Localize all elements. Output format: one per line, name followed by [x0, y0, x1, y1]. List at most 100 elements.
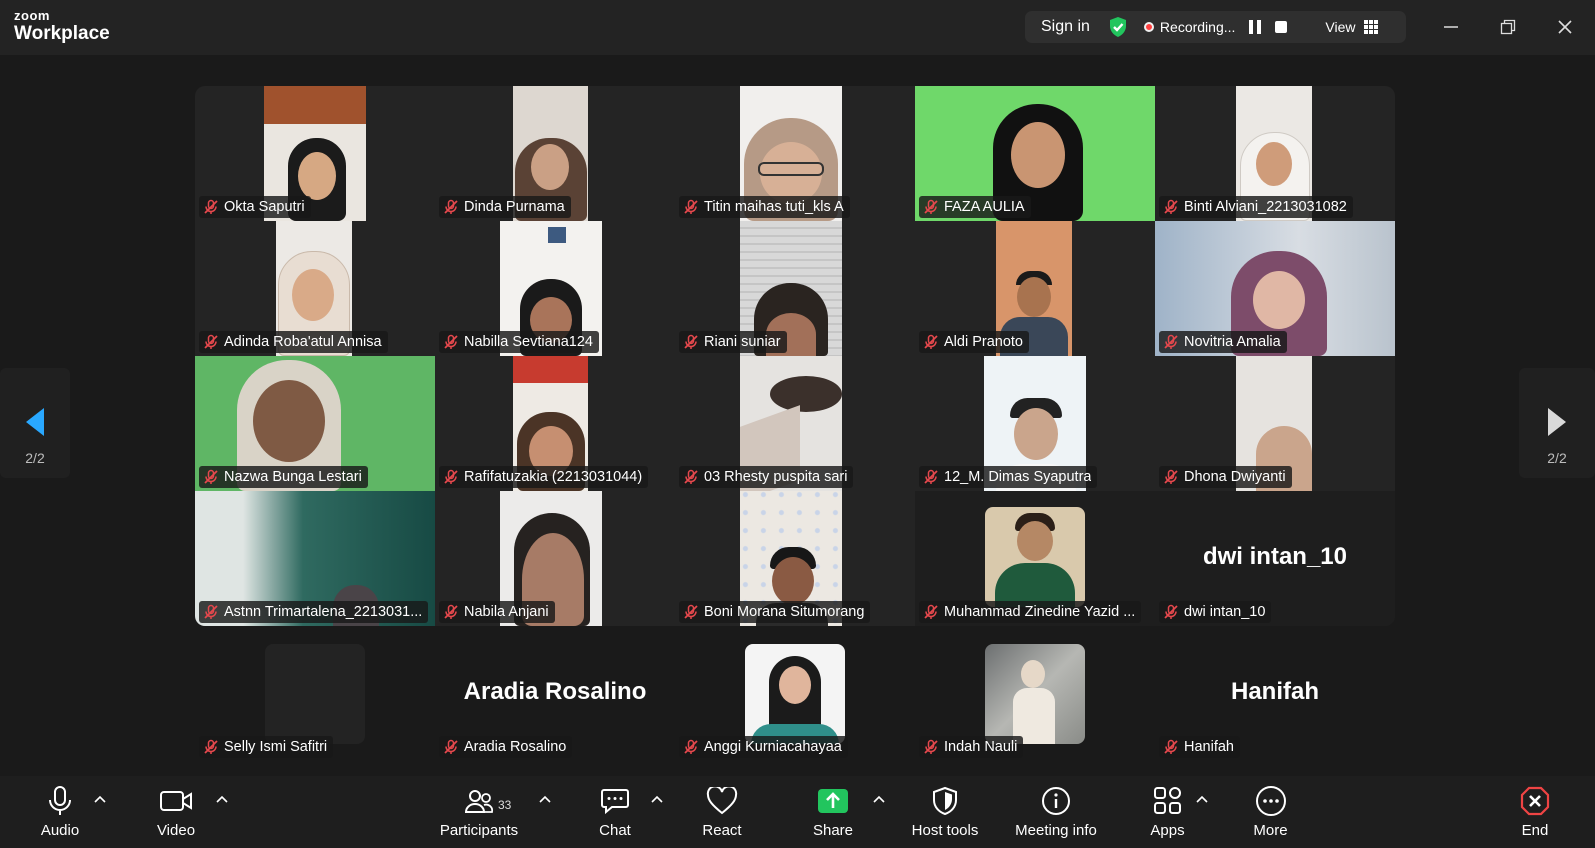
previous-page-button[interactable]: 2/2 — [0, 368, 70, 478]
host-tools-button[interactable]: Host tools — [905, 784, 985, 839]
participant-tile[interactable]: Astnn Trimartalena_2213031... — [195, 491, 435, 626]
chat-button[interactable]: Chat — [590, 784, 640, 839]
share-options-chevron-up-icon[interactable] — [872, 794, 886, 804]
participant-name: Nabila Anjani — [464, 604, 549, 620]
participant-tile[interactable]: Nabila Anjani — [435, 491, 675, 626]
profile-picture — [985, 644, 1085, 744]
name-label: Muhammad Zinedine Yazid ... — [919, 601, 1142, 623]
sign-in-button[interactable]: Sign in — [1041, 18, 1090, 36]
participant-tile[interactable]: Aradia Rosalino Aradia Rosalino — [435, 626, 675, 761]
muted-mic-icon — [684, 469, 698, 484]
participant-tile[interactable]: Okta Saputri — [195, 86, 435, 221]
participant-tile[interactable]: Anggi Kurniacahayaa — [675, 626, 915, 761]
participant-tile[interactable]: Aldi Pranoto — [915, 221, 1155, 356]
name-label: Rafifatuzakia (2213031044) — [439, 466, 649, 488]
name-label: dwi intan_10 — [1159, 601, 1272, 623]
close-button[interactable] — [1552, 14, 1578, 40]
more-button[interactable]: More — [1248, 784, 1293, 839]
muted-mic-icon — [1164, 739, 1178, 754]
name-label: Nazwa Bunga Lestari — [199, 466, 368, 488]
video-options-chevron-up-icon[interactable] — [215, 794, 229, 804]
apps-options-chevron-up-icon[interactable] — [1195, 794, 1209, 804]
participant-name: Hanifah — [1184, 739, 1234, 755]
muted-mic-icon — [684, 199, 698, 214]
muted-mic-icon — [204, 739, 218, 754]
recording-label: Recording... — [1159, 19, 1236, 35]
page-indicator-right: 2/2 — [1547, 450, 1567, 466]
name-label: Riani suniar — [679, 331, 787, 353]
participant-tile[interactable]: Muhammad Zinedine Yazid ... — [915, 491, 1155, 626]
apps-button[interactable]: Apps — [1145, 784, 1190, 839]
muted-mic-icon — [924, 739, 938, 754]
participant-name: Aradia Rosalino — [464, 739, 567, 755]
participant-tile[interactable]: Nazwa Bunga Lestari — [195, 356, 435, 491]
pause-recording-icon[interactable] — [1249, 20, 1262, 34]
participant-name: Dinda Purnama — [464, 199, 565, 215]
participant-tile[interactable]: Nabilla Sevtiana124 — [435, 221, 675, 356]
name-label: Nabila Anjani — [439, 601, 555, 623]
meeting-info-button[interactable]: Meeting info — [1008, 784, 1104, 839]
participants-count: 33 — [498, 798, 512, 812]
apps-icon — [1145, 784, 1190, 818]
participant-tile[interactable]: Titin maihas tuti_kls A — [675, 86, 915, 221]
restore-button[interactable] — [1495, 14, 1521, 40]
stop-recording-icon[interactable] — [1275, 21, 1288, 33]
participant-tile[interactable]: 03 Rhesty puspita sari — [675, 356, 915, 491]
participant-tile[interactable]: Dinda Purnama — [435, 86, 675, 221]
participant-display-name: dwi intan_10 — [1202, 543, 1348, 570]
share-button[interactable]: Share — [807, 784, 859, 839]
participant-tile[interactable]: Novitria Amalia — [1155, 221, 1395, 356]
grid-view-icon[interactable] — [1363, 20, 1378, 34]
zoom-workplace-logo: zoom Workplace — [14, 9, 110, 43]
profile-picture — [745, 644, 845, 744]
video-camera-icon — [146, 784, 206, 818]
audio-button[interactable]: Audio — [30, 784, 90, 839]
audio-options-chevron-up-icon[interactable] — [93, 794, 107, 804]
participant-tile[interactable]: Indah Nauli — [915, 626, 1155, 761]
video-button[interactable]: Video — [146, 784, 206, 839]
view-button[interactable]: View — [1325, 19, 1355, 35]
participant-tile[interactable]: Rafifatuzakia (2213031044) — [435, 356, 675, 491]
profile-picture — [265, 644, 365, 744]
participant-tile[interactable]: Selly Ismi Safitri — [195, 626, 435, 761]
name-label: Aradia Rosalino — [439, 736, 573, 758]
participant-tile[interactable]: Riani suniar — [675, 221, 915, 356]
participant-tile[interactable]: dwi intan_10 dwi intan_10 — [1155, 491, 1395, 626]
muted-mic-icon — [1164, 604, 1178, 619]
muted-mic-icon — [924, 469, 938, 484]
muted-mic-icon — [684, 604, 698, 619]
audio-label: Audio — [40, 822, 80, 839]
participant-tile[interactable]: Hanifah Hanifah — [1155, 626, 1395, 761]
name-label: 03 Rhesty puspita sari — [679, 466, 854, 488]
name-label: Dhona Dwiyanti — [1159, 466, 1292, 488]
logo-line2: Workplace — [14, 23, 110, 44]
name-label: Anggi Kurniacahayaa — [679, 736, 848, 758]
participant-name: Selly Ismi Safitri — [224, 739, 328, 755]
react-button[interactable]: React — [697, 784, 747, 839]
chat-label: Chat — [599, 822, 631, 839]
participant-name: 03 Rhesty puspita sari — [704, 469, 848, 485]
minimize-button[interactable] — [1438, 14, 1464, 40]
name-label: Indah Nauli — [919, 736, 1024, 758]
shield-check-icon[interactable] — [1108, 16, 1128, 38]
participant-name: Riani suniar — [704, 334, 781, 350]
participant-tile[interactable]: Binti Alviani_2213031082 — [1155, 86, 1395, 221]
left-arrow-icon — [0, 406, 70, 436]
profile-picture — [985, 507, 1085, 607]
participant-tile[interactable]: Adinda Roba'atul Annisa — [195, 221, 435, 356]
participant-name: Boni Morana Situmorang — [704, 604, 865, 620]
name-label: Hanifah — [1159, 736, 1240, 758]
participants-options-chevron-up-icon[interactable] — [538, 794, 552, 804]
end-meeting-button[interactable]: End — [1517, 784, 1553, 839]
participant-tile[interactable]: Boni Morana Situmorang — [675, 491, 915, 626]
next-page-button[interactable]: 2/2 — [1519, 368, 1595, 478]
muted-mic-icon — [924, 604, 938, 619]
participant-tile[interactable]: Dhona Dwiyanti — [1155, 356, 1395, 491]
name-label: 12_M. Dimas Syaputra — [919, 466, 1098, 488]
chat-options-chevron-up-icon[interactable] — [650, 794, 664, 804]
participant-tile[interactable]: 12_M. Dimas Syaputra — [915, 356, 1155, 491]
name-label: Astnn Trimartalena_2213031... — [199, 601, 429, 623]
participant-tile[interactable]: FAZA AULIA — [915, 86, 1155, 221]
muted-mic-icon — [204, 469, 218, 484]
logo-line1: zoom — [14, 8, 50, 23]
